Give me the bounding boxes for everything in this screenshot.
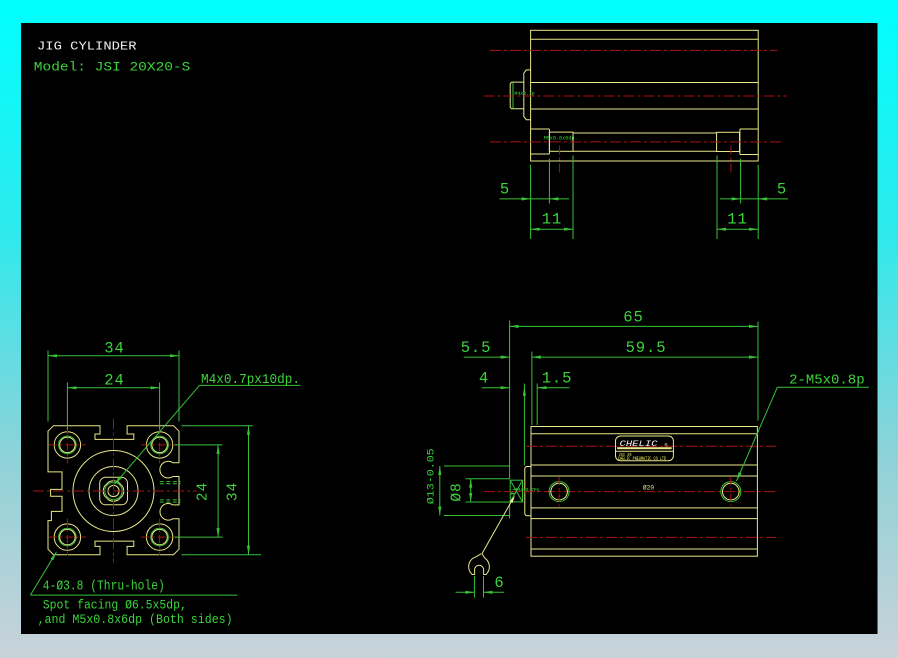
svg-text:®: ® — [665, 442, 668, 449]
svg-text:Ø8: Ø8 — [450, 482, 466, 501]
svg-text:34: 34 — [226, 482, 242, 501]
svg-text:Ø20: Ø20 — [643, 485, 654, 492]
svg-text:5: 5 — [500, 181, 510, 199]
svg-text:CHELIC: CHELIC — [620, 440, 658, 449]
svg-text:JIG CYLINDER: JIG CYLINDER — [37, 40, 137, 54]
svg-text:M4x0.7Pp: M4x0.7Pp — [518, 487, 540, 494]
svg-text:24: 24 — [104, 372, 124, 390]
svg-text:11: 11 — [727, 211, 747, 229]
svg-text:5.5: 5.5 — [461, 339, 492, 357]
svg-text:M5x0.8x6dp.: M5x0.8x6dp. — [544, 136, 578, 142]
svg-text:Ø13-0.05: Ø13-0.05 — [426, 448, 438, 504]
svg-text:,and M5x0.8x6dp (Both sides): ,and M5x0.8x6dp (Both sides) — [38, 612, 233, 627]
svg-text:Spot facing Ø6.5x5dp,: Spot facing Ø6.5x5dp, — [43, 598, 187, 613]
svg-text:24: 24 — [196, 482, 212, 501]
svg-text:2-M5x0.8p: 2-M5x0.8p — [789, 372, 865, 388]
svg-text:4: 4 — [479, 370, 489, 388]
svg-text:59.5: 59.5 — [626, 339, 667, 357]
svg-text:5: 5 — [777, 181, 787, 199]
svg-text:Model: JSI 20X20-S: Model: JSI 20X20-S — [34, 59, 191, 74]
svg-text:CHELIC PNEUMATIC CO LTD: CHELIC PNEUMATIC CO LTD — [618, 456, 666, 462]
svg-text:4-Ø3.8 (Thru-hole): 4-Ø3.8 (Thru-hole) — [43, 579, 165, 595]
svg-text:11: 11 — [542, 211, 562, 229]
svg-text:6: 6 — [494, 574, 504, 592]
svg-text:34: 34 — [104, 340, 124, 358]
svg-text:1.5: 1.5 — [542, 370, 573, 388]
svg-text:65: 65 — [623, 308, 643, 326]
